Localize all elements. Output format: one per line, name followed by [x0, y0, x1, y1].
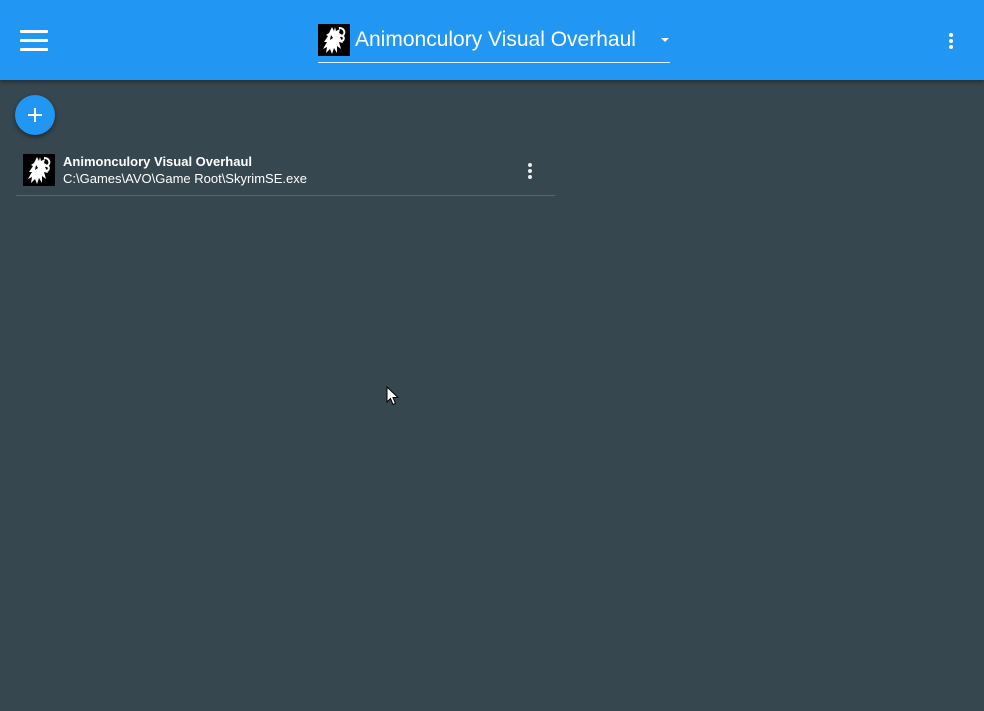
profile-executable-path: C:\Games\AVO\Game Root\SkyrimSE.exe [63, 171, 307, 186]
hamburger-menu-icon[interactable] [12, 18, 56, 62]
add-profile-button[interactable] [15, 95, 55, 135]
skyrim-dragon-logo-icon [23, 154, 55, 186]
selected-profile-label: Animonculory Visual Overhaul [355, 28, 636, 51]
mouse-cursor-icon [386, 386, 400, 406]
more-vertical-icon[interactable] [936, 22, 966, 58]
profile-name: Animonculory Visual Overhaul [63, 154, 253, 169]
profile-list-item[interactable]: Animonculory Visual Overhaul C:\Games\AV… [16, 148, 555, 196]
skyrim-dragon-logo-icon [318, 24, 350, 56]
caret-down-icon[interactable] [661, 38, 669, 42]
profile-select-dropdown[interactable]: Animonculory Visual Overhaul [318, 22, 670, 63]
app-bar: Animonculory Visual Overhaul [0, 0, 984, 80]
more-vertical-icon[interactable] [518, 156, 542, 184]
